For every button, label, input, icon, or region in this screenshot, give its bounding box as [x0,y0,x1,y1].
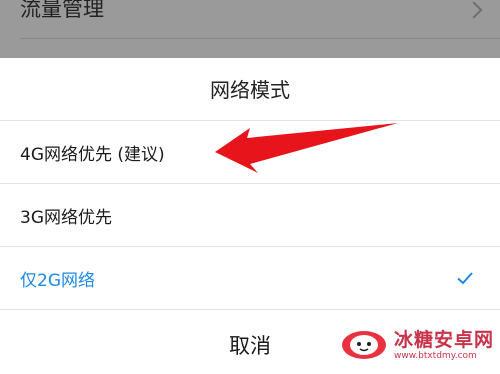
checkmark-icon [457,272,473,285]
background-settings-list: 流量管理 [0,0,500,58]
option-label: 3G网络优先 [20,207,112,228]
chevron-right-icon [465,1,483,19]
option-3g-preferred[interactable]: 3G网络优先 [0,184,500,246]
option-label: 仅2G网络 [20,270,95,291]
watermark-name: 冰糖安卓网 [394,328,495,351]
option-2g-only[interactable]: 仅2G网络 [0,247,500,309]
candy-logo-icon [342,331,386,359]
bg-list-item-label: 流量管理 [20,0,104,21]
watermark: 冰糖安卓网 www.btxtdmy.com [340,316,500,374]
watermark-url: www.btxtdmy.com [394,350,477,361]
option-label: 4G网络优先 (建议) [20,144,165,165]
sheet-title: 网络模式 [210,78,290,102]
bg-list-item-traffic-management: 流量管理 [0,0,500,20]
option-4g-preferred[interactable]: 4G网络优先 (建议) [0,121,500,183]
bg-divider [20,38,500,39]
divider [0,309,500,310]
